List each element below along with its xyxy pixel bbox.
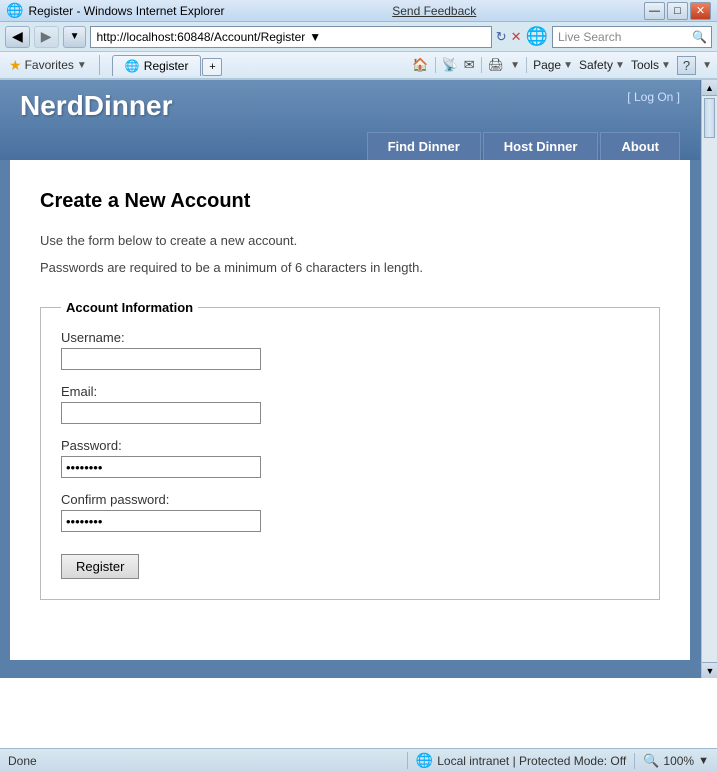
live-search-placeholder: Live Search — [553, 30, 688, 44]
page-chevron: ▼ — [563, 60, 573, 71]
register-button[interactable]: Register — [61, 554, 139, 579]
send-feedback-link[interactable]: Send Feedback — [392, 4, 476, 18]
login-link[interactable]: [ Log On ] — [627, 90, 680, 104]
help-chevron[interactable]: ▼ — [702, 60, 712, 71]
page-menu-label: Page — [533, 58, 561, 72]
tools-menu[interactable]: Tools ▼ — [631, 58, 671, 72]
username-input[interactable] — [61, 348, 261, 370]
forward-button[interactable]: ▶ — [34, 26, 59, 48]
zoom-chevron[interactable]: ▼ — [698, 755, 709, 767]
tab-label: Register — [144, 59, 189, 73]
zone-text: Local intranet | Protected Mode: Off — [437, 754, 626, 768]
page-title: Create a New Account — [40, 190, 660, 213]
scrollbar[interactable]: ▲ ▼ — [701, 80, 717, 678]
browser-icon: 🌐 — [6, 2, 23, 19]
title-bar-text: Register - Windows Internet Explorer — [28, 4, 224, 18]
fieldset-legend: Account Information — [61, 300, 198, 315]
ie-tab-icon: 🌐 — [125, 59, 140, 73]
safety-menu-label: Safety — [579, 58, 613, 72]
safety-chevron: ▼ — [615, 60, 625, 71]
confirm-input[interactable] — [61, 510, 261, 532]
back-button[interactable]: ◀ — [5, 26, 30, 48]
favorites-button[interactable]: ★ Favorites ▼ — [5, 55, 91, 76]
zoom-level: 100% — [663, 754, 694, 768]
close-button[interactable]: ✕ — [690, 2, 711, 20]
status-bar: Done 🌐 Local intranet | Protected Mode: … — [0, 748, 717, 772]
title-bar: 🌐 Register - Windows Internet Explorer S… — [0, 0, 717, 22]
tab-bar: 🌐 Register + — [112, 55, 223, 76]
live-search-button[interactable]: 🔍 — [688, 30, 711, 44]
ie-logo: 🌐 — [526, 26, 548, 47]
username-group: Username: — [61, 330, 639, 370]
maximize-button[interactable]: □ — [667, 2, 688, 20]
feeds-icon[interactable]: 📡 — [442, 57, 458, 73]
password-input[interactable] — [61, 456, 261, 478]
nav-find-dinner[interactable]: Find Dinner — [367, 132, 481, 160]
email-group: Email: — [61, 384, 639, 424]
refresh-button[interactable]: ↻ — [496, 29, 507, 45]
page-area: NerdDinner [ Log On ] Find Dinner Host D… — [0, 80, 700, 660]
scroll-down-button[interactable]: ▼ — [702, 662, 717, 678]
active-tab[interactable]: 🌐 Register — [112, 55, 202, 76]
minimize-button[interactable]: — — [644, 2, 665, 20]
account-fieldset: Account Information Username: Email: Pas… — [40, 300, 660, 600]
favorites-label: Favorites — [25, 58, 74, 72]
zoom-icon: 🔍 — [643, 753, 659, 769]
status-zone: 🌐 Local intranet | Protected Mode: Off — [407, 752, 626, 769]
scroll-up-button[interactable]: ▲ — [702, 80, 717, 96]
status-text: Done — [8, 754, 399, 768]
tools-menu-label: Tools — [631, 58, 659, 72]
password-group: Password: — [61, 438, 639, 478]
print-chevron[interactable]: ▼ — [510, 60, 520, 71]
confirm-group: Confirm password: — [61, 492, 639, 532]
dropdown-url-icon[interactable]: ▼ — [309, 30, 321, 44]
site-title: NerdDinner — [20, 90, 680, 122]
live-search-box[interactable]: Live Search 🔍 — [552, 26, 712, 48]
stop-button[interactable]: ✕ — [511, 29, 522, 45]
help-icon[interactable]: ? — [677, 56, 696, 75]
home-icon[interactable]: 🏠 — [412, 57, 428, 73]
favorites-chevron: ▼ — [77, 60, 87, 71]
password-label: Password: — [61, 438, 639, 453]
url-text: http://localhost:60848/Account/Register — [96, 30, 305, 44]
window-controls: — □ ✕ — [644, 2, 711, 20]
title-bar-left: 🌐 Register - Windows Internet Explorer — [6, 2, 225, 19]
address-input[interactable]: http://localhost:60848/Account/Register … — [90, 26, 491, 48]
status-zoom[interactable]: 🔍 100% ▼ — [634, 753, 709, 769]
scroll-thumb[interactable] — [704, 98, 715, 138]
email-input[interactable] — [61, 402, 261, 424]
dropdown-button[interactable]: ▼ — [63, 26, 87, 48]
star-icon: ★ — [9, 57, 22, 74]
password-note: Passwords are required to be a minimum o… — [40, 260, 660, 275]
nav-tabs: Find Dinner Host Dinner About — [20, 132, 680, 160]
print-icon[interactable]: 🖨 — [488, 57, 505, 73]
address-bar: ◀ ▶ ▼ http://localhost:60848/Account/Reg… — [0, 22, 717, 52]
nav-host-dinner[interactable]: Host Dinner — [483, 132, 599, 160]
new-tab-button[interactable]: + — [202, 58, 222, 76]
mail-icon[interactable]: ✉ — [464, 57, 475, 73]
email-label: Email: — [61, 384, 639, 399]
toolbar-icons: 🏠 📡 ✉ 🖨 ▼ Page ▼ Safety ▼ Tools ▼ ? ▼ — [412, 56, 712, 75]
ie-zone-icon: 🌐 — [416, 752, 433, 769]
page-menu[interactable]: Page ▼ — [533, 58, 573, 72]
safety-menu[interactable]: Safety ▼ — [579, 58, 625, 72]
nav-about[interactable]: About — [600, 132, 680, 160]
intro-text: Use the form below to create a new accou… — [40, 233, 660, 248]
main-content: Create a New Account Use the form below … — [10, 160, 690, 660]
site-header: NerdDinner [ Log On ] Find Dinner Host D… — [0, 80, 700, 160]
confirm-label: Confirm password: — [61, 492, 639, 507]
username-label: Username: — [61, 330, 639, 345]
tools-chevron: ▼ — [661, 60, 671, 71]
toolbar: ★ Favorites ▼ 🌐 Register + 🏠 📡 ✉ 🖨 ▼ Pag… — [0, 52, 717, 80]
